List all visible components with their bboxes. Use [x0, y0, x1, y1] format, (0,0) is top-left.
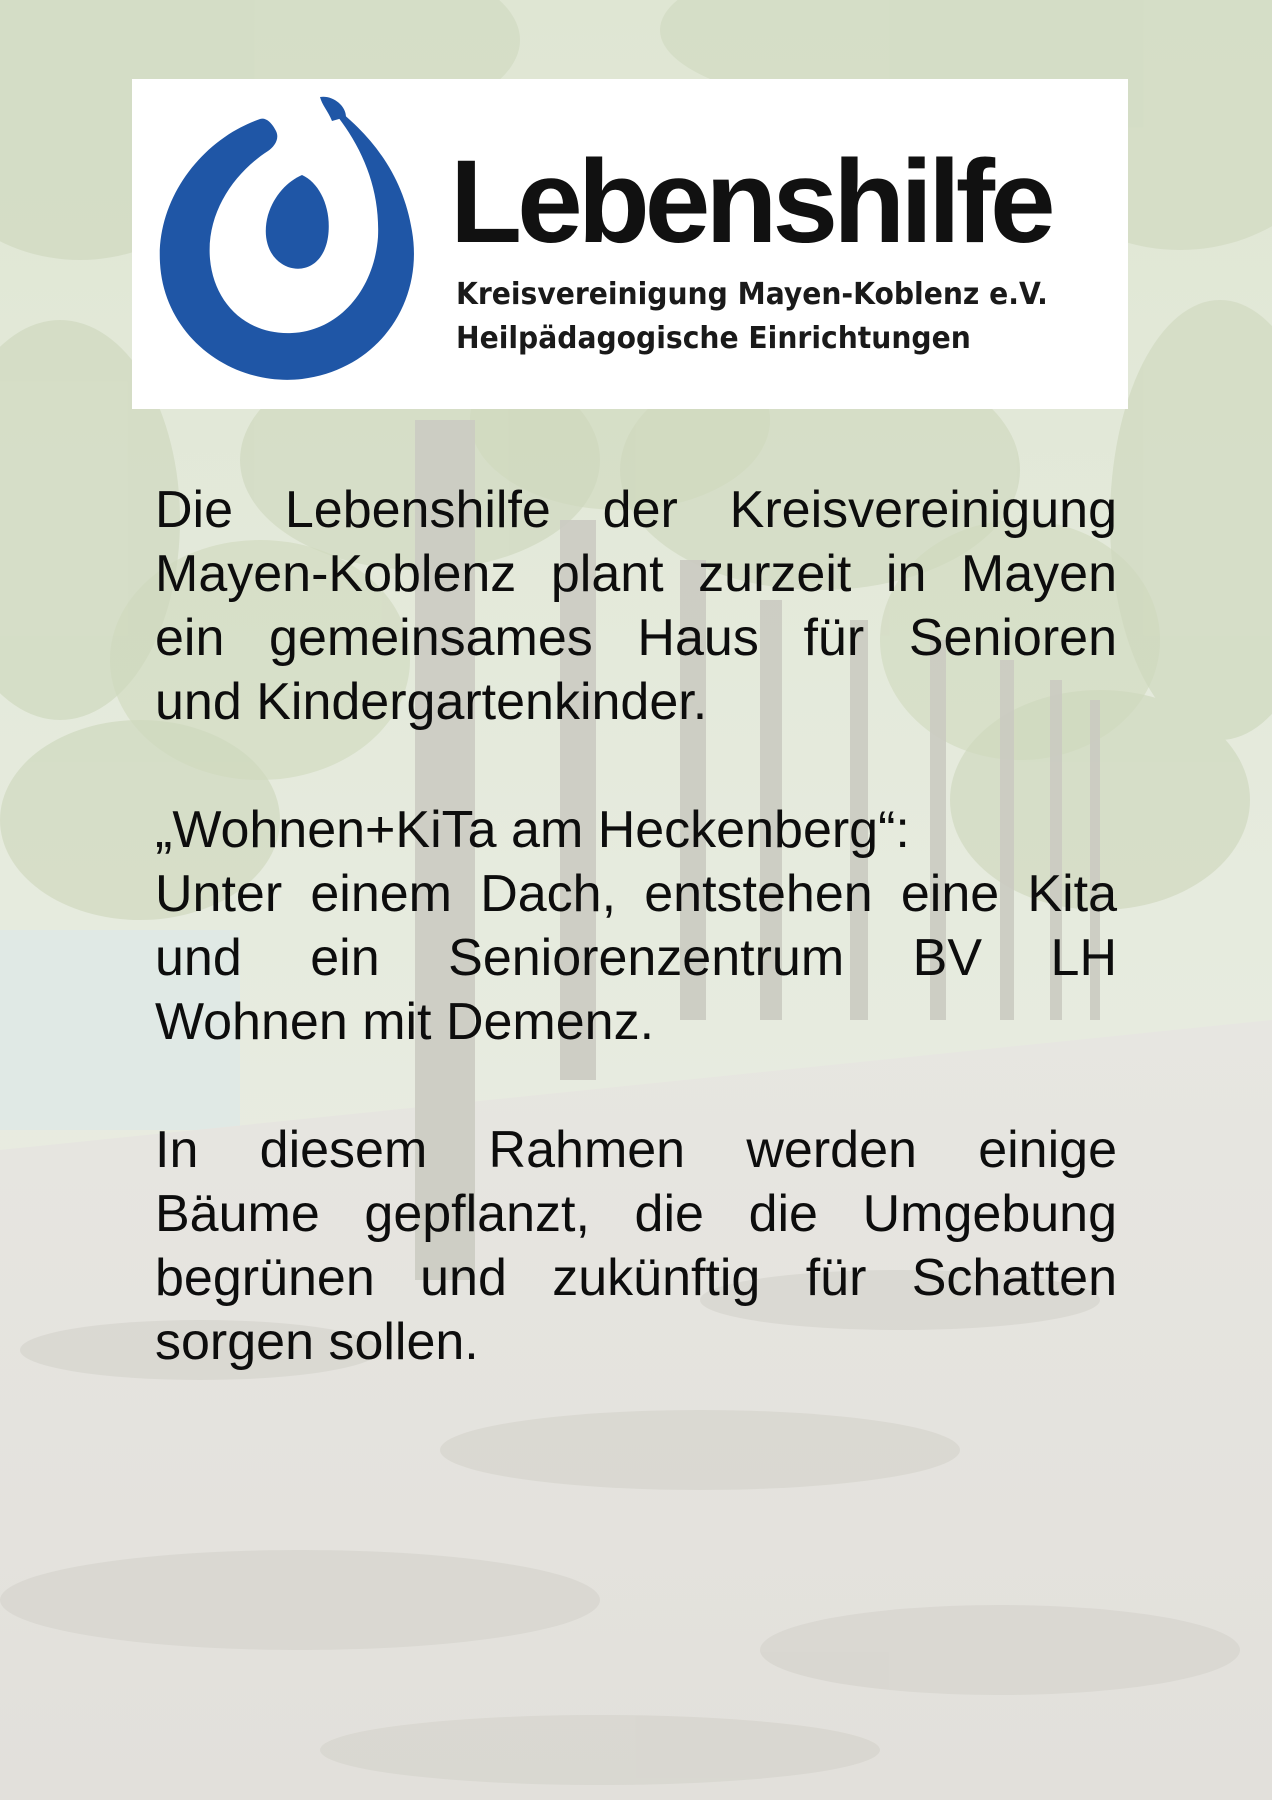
paragraph-intro: Die Lebenshilfe der Kreisvereinigung May…: [155, 478, 1117, 734]
text-line: ein gemeinsames Haus für Senioren: [155, 609, 1117, 667]
logo-box: Lebenshilfe Kreisvereinigung Mayen-Koble…: [132, 79, 1128, 409]
text-line: Mayen-Koblenz plant zurzeit in Mayen: [155, 545, 1117, 603]
lebenshilfe-logo-icon: [159, 96, 414, 380]
text-line: und ein Seniorenzentrum BV LH: [155, 929, 1117, 987]
text-line: Unter einem Dach, entstehen eine Kita: [155, 865, 1117, 923]
project-title: „Wohnen+KiTa am Heckenberg“:: [155, 801, 910, 859]
text-line: sorgen sollen.: [155, 1313, 479, 1371]
text-line: und Kindergartenkinder.: [155, 673, 708, 731]
text-line: begrünen und zukünftig für Schatten: [155, 1249, 1117, 1307]
body-text: Die Lebenshilfe der Kreisvereinigung May…: [155, 478, 1117, 1438]
logo-subline-organization: Kreisvereinigung Mayen-Koblenz e.V.: [456, 277, 1048, 312]
text-line: In diesem Rahmen werden einige: [155, 1121, 1117, 1179]
paragraph-project: „Wohnen+KiTa am Heckenberg“: Unter einem…: [155, 798, 1117, 1054]
logo-wordmark: Lebenshilfe: [450, 136, 1056, 268]
text-line: Bäume gepflanzt, die die Umgebung: [155, 1185, 1117, 1243]
paragraph-trees: In diesem Rahmen werden einige Bäume gep…: [155, 1118, 1117, 1374]
flyer-page: Lebenshilfe Kreisvereinigung Mayen-Koble…: [0, 0, 1272, 1800]
text-line: Die Lebenshilfe der Kreisvereinigung: [155, 481, 1117, 539]
logo-subline-department: Heilpädagogische Einrichtungen: [456, 321, 971, 356]
text-line: Wohnen mit Demenz.: [155, 993, 655, 1051]
